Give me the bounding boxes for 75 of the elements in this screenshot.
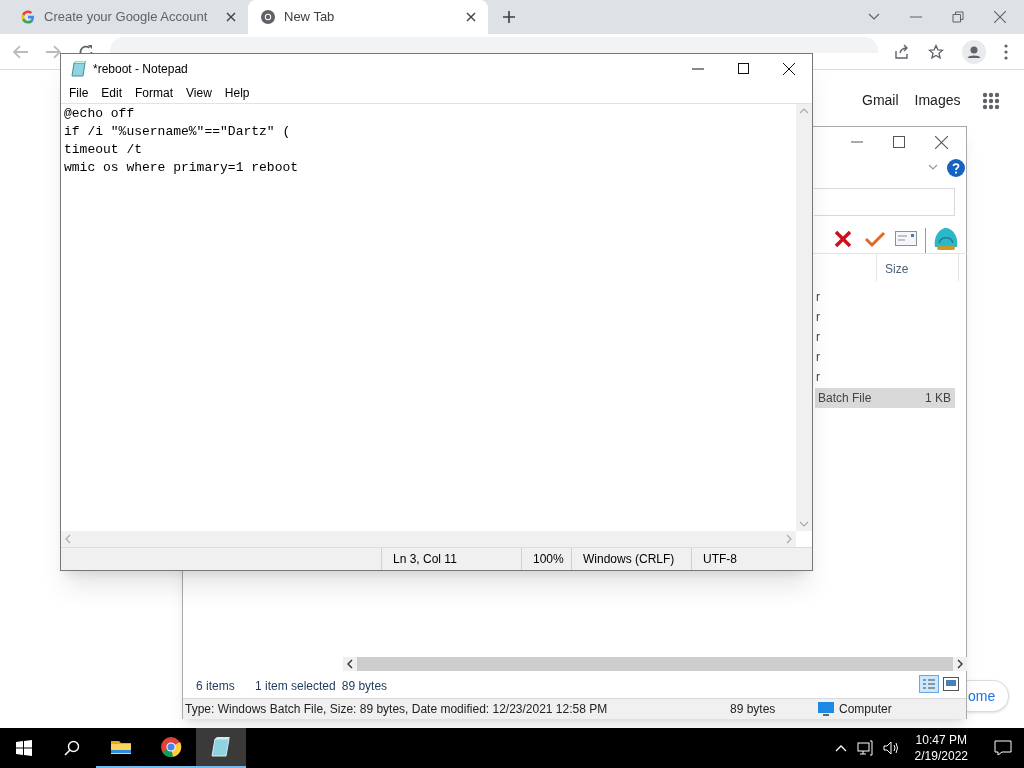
table-cell-text: r — [816, 329, 820, 346]
clock-time: 10:47 PM — [915, 732, 967, 748]
selection-count: 1 item selected — [255, 678, 336, 695]
scroll-left-icon[interactable] — [346, 659, 354, 669]
header-link[interactable]: Gmail — [862, 90, 899, 111]
status-text: UTF-8 — [703, 551, 737, 568]
help-icon[interactable] — [947, 159, 965, 177]
table-cell-text: r — [816, 369, 820, 386]
code-line: @echo off — [64, 105, 136, 123]
google-icon — [20, 9, 36, 25]
star-icon[interactable] — [928, 43, 944, 60]
table-cell-text: r — [816, 309, 820, 326]
chrome-icon — [159, 735, 183, 759]
search-icon — [64, 740, 80, 756]
windows-icon — [16, 740, 32, 756]
scroll-right-icon[interactable] — [956, 659, 964, 669]
preview-view-icon[interactable] — [943, 677, 959, 691]
menu-item[interactable]: File — [67, 84, 91, 102]
close-icon[interactable] — [783, 62, 795, 75]
selection-size: 89 bytes — [341, 678, 388, 695]
menu-item[interactable]: Edit — [99, 84, 125, 102]
close-icon[interactable] — [466, 12, 476, 22]
forward-icon[interactable] — [44, 43, 62, 60]
notification-icon[interactable] — [994, 740, 1012, 756]
item-count: 6 items — [196, 678, 236, 695]
menu-item[interactable]: Help — [222, 84, 252, 102]
menu-item[interactable]: Format — [133, 84, 176, 102]
search-field[interactable] — [814, 188, 955, 216]
code-line: timeout /t — [64, 141, 143, 159]
status-text: Ln 3, Col 11 — [393, 551, 457, 568]
notepad-icon — [209, 735, 233, 759]
table-cell-text: Batch File — [818, 390, 872, 407]
code-line: wmic os where primary=1 reboot — [64, 159, 300, 177]
chevron-down-icon[interactable] — [868, 13, 880, 21]
menu-icon[interactable] — [1004, 43, 1008, 60]
chevron-up-icon[interactable] — [834, 744, 847, 752]
clock-date: 2/19/2022 — [914, 748, 968, 764]
customize-button[interactable]: ome — [967, 680, 1009, 712]
taskbar-app[interactable] — [196, 728, 246, 768]
minimize-icon[interactable] — [692, 67, 704, 70]
chrome-icon — [260, 9, 276, 25]
maximize-icon[interactable] — [893, 136, 905, 148]
window-title: *reboot - Notepad — [93, 60, 188, 78]
new-tab-icon[interactable] — [502, 10, 516, 24]
monitor-icon — [818, 702, 834, 716]
network-icon[interactable] — [856, 740, 873, 756]
details-text: Type: Windows Batch File, Size: 89 bytes, Date modified: 12/23/2021 12:58 PM — [184, 701, 609, 718]
apps-grid-icon[interactable] — [982, 91, 1001, 110]
restore-icon[interactable] — [952, 11, 964, 23]
chevron-down-icon[interactable] — [928, 164, 938, 171]
tab-title: Create your Google Account — [44, 8, 209, 27]
zone-label: Computer — [839, 701, 892, 718]
notepad-icon — [71, 60, 87, 77]
volume-icon[interactable] — [882, 740, 901, 756]
browser-tab[interactable]: New Tab — [248, 0, 488, 34]
details-size: 89 bytes — [730, 701, 777, 718]
menu-item[interactable]: View — [184, 84, 214, 102]
delete-icon[interactable] — [833, 229, 853, 249]
header-link[interactable]: Images — [914, 90, 961, 111]
status-text: Windows (CRLF) — [583, 551, 675, 568]
table-cell-text: 1 KB — [925, 390, 951, 407]
close-icon[interactable] — [935, 135, 948, 149]
envelope-icon[interactable] — [895, 231, 917, 246]
tab-title: New Tab — [284, 8, 336, 27]
column-header[interactable]: Size — [877, 254, 959, 281]
code-line: if /i "%username%"=="Dartz" ( — [64, 123, 292, 141]
share-icon[interactable] — [894, 43, 910, 60]
table-cell-text: r — [816, 349, 820, 366]
checkmark-icon[interactable] — [864, 230, 886, 248]
file-row[interactable]: Batch File 1 KB — [815, 388, 955, 408]
profile-icon[interactable] — [962, 39, 986, 64]
maximize-icon[interactable] — [738, 63, 749, 74]
status-text: 100% — [533, 551, 564, 568]
table-cell-text: r — [816, 289, 820, 306]
close-icon[interactable] — [226, 12, 236, 22]
